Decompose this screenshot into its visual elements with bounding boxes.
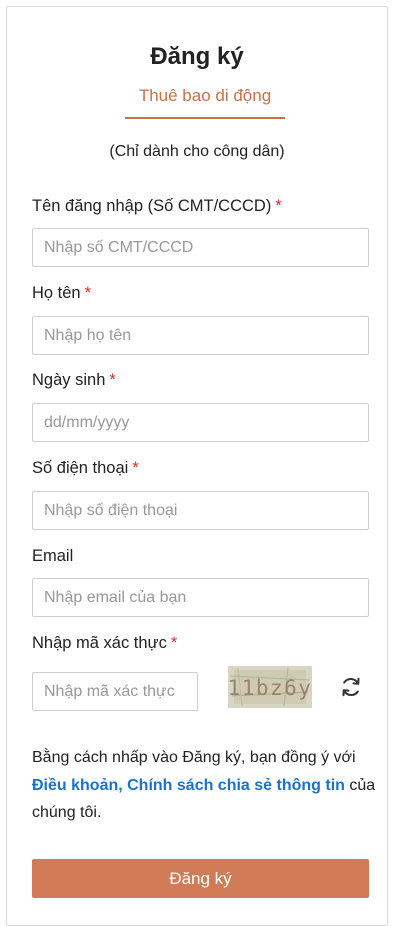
required-mark: * [132, 459, 139, 477]
birthdate-label-text: Ngày sinh [32, 371, 106, 389]
username-input[interactable] [32, 228, 369, 267]
tab-active-indicator [125, 117, 285, 119]
page-title: Đăng ký [150, 43, 244, 70]
citizen-only-note: (Chỉ dành cho công dân) [109, 143, 285, 160]
username-label: Tên đăng nhập (Số CMT/CCCD) * [32, 197, 282, 216]
required-mark: * [275, 197, 282, 215]
phone-label: Số điện thoại * [32, 459, 139, 478]
required-mark: * [170, 634, 178, 652]
register-button[interactable]: Đăng ký [32, 859, 369, 898]
fullname-input[interactable] [32, 316, 369, 355]
birthdate-label: Ngày sinh * [32, 371, 116, 390]
email-label-text: Email [32, 547, 74, 565]
email-label: Email [32, 547, 73, 566]
captcha-image: 11bz6y [228, 666, 312, 708]
terms-link[interactable]: Điều khoản, Chính sách chia sẻ thông tin [32, 777, 345, 794]
captcha-label-text: Nhập mã xác thực [32, 634, 167, 652]
phone-label-text: Số điện thoại [32, 459, 129, 477]
captcha-label: Nhập mã xác thực * [32, 634, 177, 653]
username-label-text: Tên đăng nhập (Số CMT/CCCD) [32, 197, 272, 215]
captcha-input[interactable] [32, 672, 198, 711]
birthdate-input[interactable] [32, 403, 369, 442]
fullname-label-text: Họ tên [32, 284, 81, 302]
fullname-label: Họ tên * [32, 284, 91, 303]
refresh-icon[interactable] [339, 675, 363, 699]
tab-mobile-subscriber[interactable]: Thuê bao di động [125, 86, 285, 106]
captcha-code: 11bz6y [228, 676, 312, 700]
required-mark: * [84, 284, 92, 302]
email-input[interactable] [32, 578, 369, 617]
phone-input[interactable] [32, 491, 369, 530]
required-mark: * [109, 371, 116, 389]
register-card: Đăng ký Thuê bao di động (Chỉ dành cho c… [6, 6, 388, 926]
terms-prefix: Bằng cách nhấp vào Đăng ký, bạn đồng ý v… [32, 749, 356, 766]
terms-text: Bằng cách nhấp vào Đăng ký, bạn đồng ý v… [32, 744, 377, 827]
captcha-graphic: 11bz6y [228, 666, 312, 708]
